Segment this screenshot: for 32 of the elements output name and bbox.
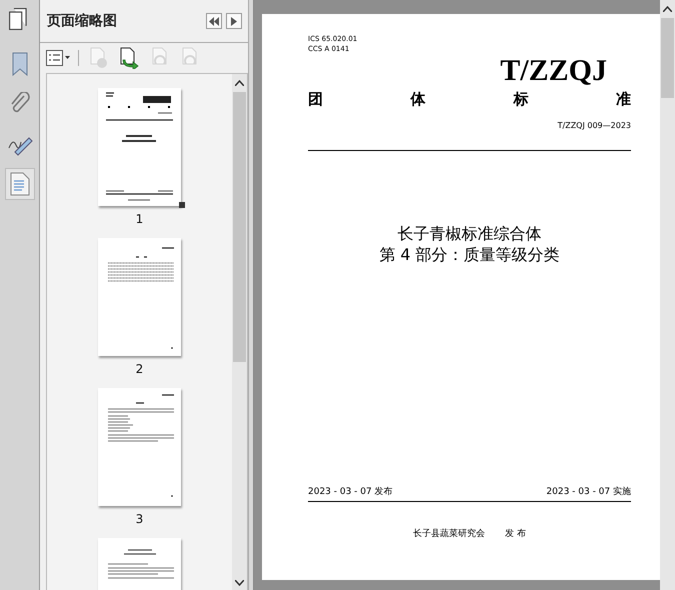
document-title: 长子青椒标准综合体 (398, 223, 542, 244)
standard-type-char: 体 (410, 90, 426, 109)
effective-date: 2023 - 03 - 07 实施 (546, 486, 631, 498)
page-number: 1 (136, 212, 144, 226)
insert-page-button[interactable] (119, 47, 141, 69)
double-left-arrow-icon (209, 16, 219, 26)
publisher: 长子县蔬菜研究会 (413, 528, 486, 540)
issue-date: 2023 - 03 - 07 发布 (308, 486, 393, 498)
document-tab[interactable] (4, 168, 34, 200)
document-icon (10, 172, 30, 196)
standard-type-char: 标 (513, 90, 528, 109)
page-number: 2 (136, 362, 144, 376)
scrollbar[interactable] (660, 0, 675, 590)
collapse-panel-button[interactable] (206, 13, 222, 29)
scroll-up-icon[interactable] (235, 80, 244, 86)
standard-type-char: 准 (616, 90, 631, 109)
standard-code: T/ZZQJ 009—2023 (558, 121, 631, 130)
panel-title: 页面缩略图 (47, 12, 117, 30)
scrollbar-thumb[interactable] (233, 92, 246, 362)
standard-logo: T/ZZQJ (500, 56, 607, 86)
expand-button[interactable] (226, 13, 242, 29)
right-arrow-icon (231, 16, 237, 26)
scrollbar[interactable] (232, 74, 247, 590)
standard-type-char: 团 (308, 90, 323, 109)
options-menu-button[interactable] (46, 50, 79, 66)
scrollbar-thumb[interactable] (661, 18, 674, 98)
scroll-down-icon[interactable] (235, 580, 244, 586)
page-number: 3 (136, 512, 144, 526)
scroll-up-icon[interactable] (663, 6, 672, 12)
publish-label: 发 布 (505, 528, 526, 540)
bookmark-icon (10, 51, 28, 77)
document-title: 第 4 部分：质量等级分类 (379, 244, 560, 265)
